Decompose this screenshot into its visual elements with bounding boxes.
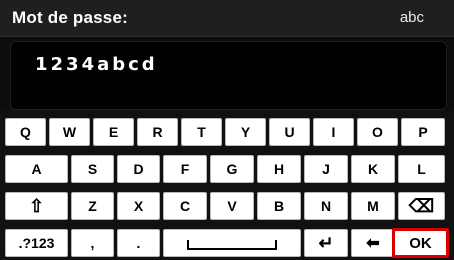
key-f[interactable]: F: [163, 155, 207, 183]
key-c[interactable]: C: [163, 192, 207, 220]
key-o[interactable]: O: [357, 118, 398, 146]
key-y[interactable]: Y: [225, 118, 266, 146]
key-l[interactable]: L: [398, 155, 445, 183]
enter-key[interactable]: ↵: [304, 229, 348, 257]
key-j[interactable]: J: [304, 155, 348, 183]
backspace-key[interactable]: ⌫: [398, 192, 445, 220]
password-field[interactable]: 1234abcd: [10, 41, 447, 110]
key-period[interactable]: .: [117, 229, 160, 257]
key-v[interactable]: V: [210, 192, 254, 220]
back-arrow-icon: ⬅: [366, 235, 380, 252]
key-s[interactable]: S: [71, 155, 114, 183]
input-mode-indicator[interactable]: abc: [400, 9, 424, 26]
key-q[interactable]: Q: [5, 118, 46, 146]
key-d[interactable]: D: [117, 155, 160, 183]
key-b[interactable]: B: [257, 192, 301, 220]
ok-button[interactable]: OK: [392, 228, 449, 258]
key-r[interactable]: R: [137, 118, 178, 146]
password-value: 1234abcd: [35, 54, 158, 75]
shift-key[interactable]: ⇧: [5, 192, 68, 220]
key-k[interactable]: K: [351, 155, 395, 183]
key-x[interactable]: X: [117, 192, 160, 220]
key-w[interactable]: W: [49, 118, 90, 146]
key-h[interactable]: H: [257, 155, 301, 183]
keyboard-row-3: ⇧ Z X C V B N M ⌫: [5, 192, 449, 222]
key-a[interactable]: A: [5, 155, 68, 183]
space-key[interactable]: [163, 229, 301, 257]
key-u[interactable]: U: [269, 118, 310, 146]
password-entry-screen: Mot de passe: abc 1234abcd Q W E R T Y U…: [0, 0, 454, 260]
keyboard-row-4: .?123 , . ↵ ⬅ OK: [5, 228, 449, 259]
backspace-icon: ⌫: [408, 195, 435, 216]
keyboard-row-2: A S D F G H J K L: [5, 155, 449, 185]
header-bar: Mot de passe: abc: [0, 0, 454, 37]
key-e[interactable]: E: [93, 118, 134, 146]
key-g[interactable]: G: [210, 155, 254, 183]
back-key[interactable]: ⬅: [351, 229, 395, 257]
key-n[interactable]: N: [304, 192, 348, 220]
enter-icon: ↵: [318, 232, 334, 253]
key-t[interactable]: T: [181, 118, 222, 146]
keyboard-row-1: Q W E R T Y U I O P: [5, 118, 449, 148]
key-comma[interactable]: ,: [71, 229, 114, 257]
shift-icon: ⇧: [28, 195, 45, 216]
on-screen-keyboard: Q W E R T Y U I O P A S D F G H J K L ⇧: [0, 110, 454, 260]
space-bar-icon: [187, 240, 277, 250]
key-p[interactable]: P: [401, 118, 445, 146]
page-title: Mot de passe:: [12, 8, 128, 27]
key-m[interactable]: M: [351, 192, 395, 220]
key-z[interactable]: Z: [71, 192, 114, 220]
symbols-key[interactable]: .?123: [5, 229, 68, 257]
key-i[interactable]: I: [313, 118, 354, 146]
